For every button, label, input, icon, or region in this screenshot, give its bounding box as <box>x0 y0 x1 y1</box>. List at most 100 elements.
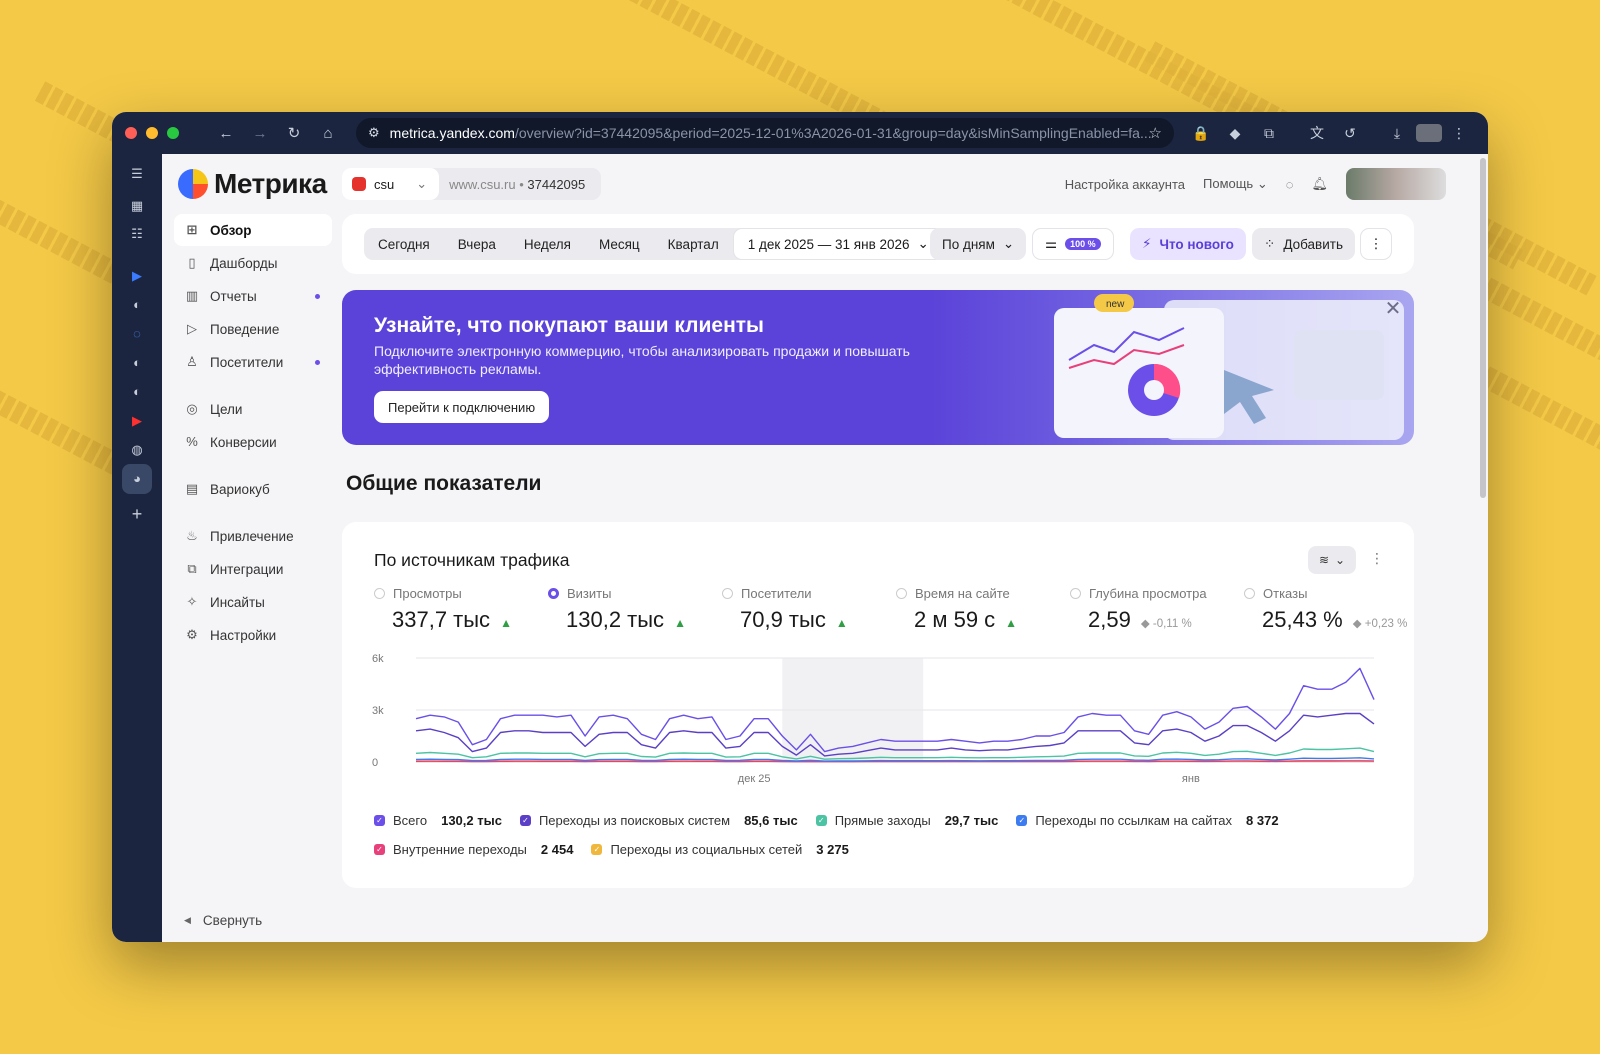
add-widget-button[interactable]: ⁘ Добавить <box>1252 228 1355 260</box>
app-shortcut-icon[interactable]: ◐ <box>127 353 147 373</box>
back-arrow-icon[interactable]: ← <box>215 122 237 144</box>
reload-icon[interactable]: ↻ <box>283 122 305 144</box>
forward-arrow-icon[interactable]: → <box>249 122 271 144</box>
date-range-picker[interactable]: 1 дек 2025 — 31 янв 2026 ⌄ <box>732 228 944 260</box>
sidebar-toggle-icon[interactable]: ☰ <box>127 164 147 184</box>
period-week[interactable]: Неделя <box>510 237 585 252</box>
collapse-sidebar-button[interactable]: ◀ Свернуть <box>184 913 262 928</box>
globe-icon[interactable]: ◍ <box>127 440 147 460</box>
checkbox-icon[interactable]: ✓ <box>815 814 827 826</box>
sidebar-item-integrations[interactable]: ⧉ Интеграции <box>174 553 332 585</box>
card-kebab-icon[interactable]: ⋮ <box>1370 550 1384 567</box>
sidebar-item-goals[interactable]: ◎ Цели <box>174 393 332 425</box>
bell-icon[interactable]: 🔔︎ <box>1311 176 1328 192</box>
sidebar-item-overview[interactable]: ⊞ Обзор <box>174 214 332 246</box>
grouping-dropdown[interactable]: По дням ⌄ <box>930 228 1027 260</box>
browser-menu-icon[interactable]: ⋮ <box>1450 124 1468 142</box>
close-window-button[interactable] <box>125 127 137 139</box>
app-shortcut-icon[interactable]: ▶ <box>127 266 147 286</box>
page-scrollbar[interactable] <box>1478 154 1488 942</box>
add-icon[interactable]: + <box>127 504 147 524</box>
metrica-app-icon[interactable]: ◕ <box>122 464 152 494</box>
chevron-down-icon: ⌄ <box>1256 176 1268 191</box>
sidebar-item-variocube[interactable]: ▤ Вариокуб <box>174 473 332 505</box>
whats-new-button[interactable]: ⚡ Что нового <box>1130 228 1246 260</box>
puzzle-extensions-icon[interactable]: ⧉ <box>1260 124 1278 142</box>
counter-info: www.csu.ru • 37442095 <box>449 176 586 192</box>
download-icon[interactable]: ⤓ <box>1388 124 1406 142</box>
scrollbar-thumb[interactable] <box>1480 158 1486 498</box>
legend-label: Всего <box>393 812 428 828</box>
legend-item-direct[interactable]: ✓ Прямые заходы 29,7 тыс <box>815 813 998 828</box>
period-month[interactable]: Месяц <box>585 237 654 252</box>
legend-item-total[interactable]: ✓ Всего 130,2 тыс <box>374 813 502 828</box>
counter-selector[interactable]: csu ⌄ www.csu.ru • 37442095 <box>342 168 602 200</box>
search-list-icon[interactable]: ☷ <box>127 224 147 244</box>
more-options-button[interactable]: ⋮ <box>1360 228 1392 260</box>
minimize-window-button[interactable] <box>146 127 158 139</box>
metric-radio[interactable] <box>548 588 559 599</box>
home-icon[interactable]: ⌂ <box>317 122 339 144</box>
metric-radio[interactable] <box>896 588 907 599</box>
metric-bounce-rate[interactable]: Отказы 25,43 % ◆ +0,23 % <box>1244 586 1414 633</box>
help-menu[interactable]: Помощь ⌄ <box>1203 176 1268 192</box>
extension-icon[interactable]: ◆ <box>1226 124 1244 142</box>
period-today[interactable]: Сегодня <box>364 237 444 252</box>
sidebar-item-insights[interactable]: ✧ Инсайты <box>174 586 332 618</box>
apps-grid-icon[interactable]: ▦ <box>127 196 147 216</box>
chart-type-dropdown[interactable]: ≋ ⌄ <box>1308 546 1356 574</box>
sidebar-item-label: Поведение <box>210 321 280 337</box>
metric-radio[interactable] <box>374 588 385 599</box>
metric-radio[interactable] <box>1244 588 1255 599</box>
sidebar-item-visitors[interactable]: ♙ Посетители <box>174 346 332 378</box>
chat-icon[interactable]: ◌ <box>1286 177 1294 192</box>
checkbox-icon[interactable]: ✓ <box>519 814 531 826</box>
metric-time-on-site[interactable]: Время на сайте 2 м 59 с ▲ <box>896 586 1066 633</box>
collapse-label: Свернуть <box>202 913 263 928</box>
metric-radio[interactable] <box>1070 588 1081 599</box>
sidebar-item-conversions[interactable]: % Конверсии <box>174 426 332 458</box>
youtube-icon[interactable]: ▶ <box>127 411 147 431</box>
metric-visits[interactable]: Визиты 130,2 тыс ▲ <box>548 586 718 633</box>
checkbox-icon[interactable]: ✓ <box>591 843 603 855</box>
period-yesterday[interactable]: Вчера <box>444 237 510 252</box>
close-icon[interactable]: ✕ <box>1382 298 1404 320</box>
metric-pageviews[interactable]: Просмотры 337,7 тыс ▲ <box>374 586 544 633</box>
sampling-button[interactable]: ⚌ 100 % <box>1032 228 1114 260</box>
sidebar-item-reports[interactable]: ▥ Отчеты <box>174 280 332 312</box>
sidebar-item-acquisition[interactable]: ♨ Привлечение <box>174 520 332 552</box>
legend-item-search[interactable]: ✓ Переходы из поисковых систем 85,6 тыс <box>519 813 798 828</box>
sidebar-item-behavior[interactable]: ▷ Поведение <box>174 313 332 345</box>
y-tick-label: 3k <box>372 705 384 717</box>
sidebar-item-settings[interactable]: ⚙ Настройки <box>174 619 332 651</box>
counter-dropdown[interactable]: csu ⌄ <box>342 168 440 200</box>
password-extension-icon[interactable]: 🔒 <box>1192 124 1210 142</box>
app-shortcut-icon[interactable]: ◌ <box>127 324 147 344</box>
connect-ecommerce-button[interactable]: Перейти к подключению <box>374 391 550 423</box>
app-shortcut-icon[interactable]: ◐ <box>127 382 147 402</box>
checkbox-icon[interactable]: ✓ <box>1016 814 1028 826</box>
history-icon[interactable]: ↺ <box>1341 124 1359 142</box>
legend-item-social[interactable]: ✓ Переходы из социальных сетей 3 275 <box>591 842 849 857</box>
metric-label: Глубина просмотра <box>1089 586 1207 601</box>
app-shortcut-icon[interactable]: ◐ <box>127 295 147 315</box>
user-avatar[interactable] <box>1346 168 1446 200</box>
checkbox-icon[interactable]: ✓ <box>374 814 385 826</box>
address-bar[interactable]: ⚙ metrica.yandex.com/overview?id=3744209… <box>356 118 1174 148</box>
site-settings-icon[interactable]: ⚙ <box>368 125 380 141</box>
metrica-logo[interactable]: Метрика <box>178 168 327 200</box>
legend-item-referral[interactable]: ✓ Переходы по ссылкам на сайтах 8 372 <box>1016 813 1279 828</box>
legend-item-internal[interactable]: ✓ Внутренние переходы 2 454 <box>374 842 573 857</box>
account-settings-link[interactable]: Настройка аккаунта <box>1065 177 1185 192</box>
bookmark-star-icon[interactable]: ☆ <box>1149 124 1162 142</box>
profile-avatar[interactable] <box>1416 124 1442 142</box>
maximize-window-button[interactable] <box>167 127 179 139</box>
traffic-line-chart[interactable]: 0 3k 6k дек 25 янв <box>372 650 1382 790</box>
sidebar-item-dashboards[interactable]: ▯ Дашборды <box>174 247 332 279</box>
translate-icon[interactable]: 文 <box>1308 124 1326 142</box>
period-quarter[interactable]: Квартал <box>654 237 733 252</box>
metric-radio[interactable] <box>722 588 733 599</box>
checkbox-icon[interactable]: ✓ <box>374 843 385 855</box>
metric-visitors[interactable]: Посетители 70,9 тыс ▲ <box>722 586 892 633</box>
metric-page-depth[interactable]: Глубина просмотра 2,59 ◆ -0,11 % <box>1070 586 1240 633</box>
